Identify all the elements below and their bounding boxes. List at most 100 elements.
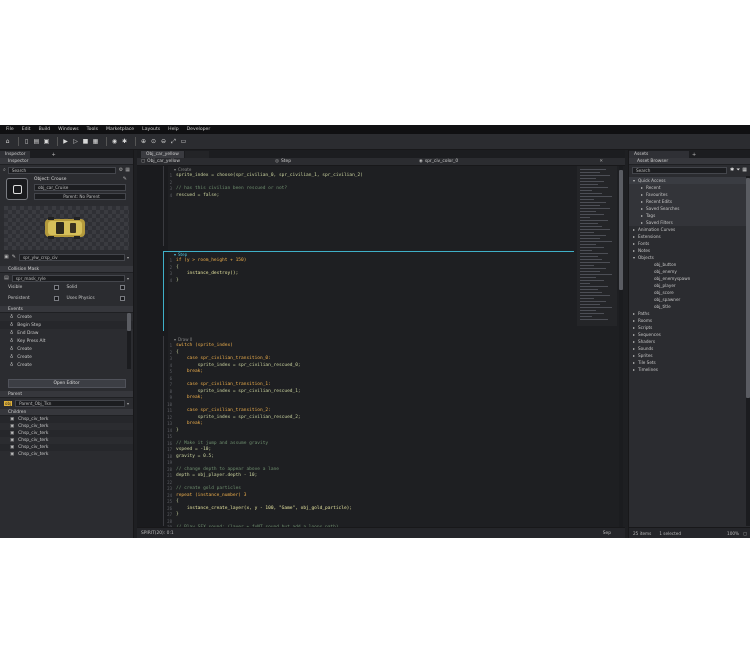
physics-checkbox[interactable] (120, 296, 125, 301)
asset-tree-item[interactable]: obj_enemyspawn (629, 275, 750, 282)
menu-item-layouts[interactable]: Layouts (142, 127, 160, 132)
asset-tree-item[interactable]: ▸ Timelines (629, 366, 750, 373)
asset-search-input[interactable]: Search (632, 166, 728, 174)
open-icon[interactable]: ▤ (33, 138, 40, 145)
child-item[interactable]: ▣ Chsp_civ_terk (0, 423, 133, 430)
asset-tree-item[interactable]: obj_button (629, 261, 750, 268)
code-block[interactable]: ▾ Draw 0 1 switch (sprite_index) 2{3 case sp… (163, 336, 573, 537)
asset-tree-item[interactable]: ▸ Sounds (629, 345, 750, 352)
asset-tree-item[interactable]: ▸ Recent Edits (629, 198, 750, 205)
play-icon[interactable]: ▶ (62, 138, 69, 145)
menu-item-edit[interactable]: Edit (22, 127, 31, 132)
asset-tree-item[interactable]: ▾ Objects (629, 254, 750, 261)
asset-tree-item[interactable]: ▸ Notes (629, 247, 750, 254)
asset-zoom[interactable]: 100% (727, 531, 739, 536)
stop-icon[interactable]: ■ (82, 138, 89, 145)
settings-icon[interactable]: ✱ (730, 167, 734, 173)
home-icon[interactable]: ⌂ (4, 138, 11, 145)
code-block[interactable]: ▾ Create 1 sprite_index = choose(spr_civili… (163, 166, 573, 246)
collapse-icon[interactable]: ▾ (174, 252, 176, 257)
code-line[interactable]: switch (sprite_index) (176, 343, 233, 350)
asset-tree-item[interactable]: ▸ Recent (629, 184, 750, 191)
fullscreen-icon[interactable]: ⤢ (170, 138, 177, 145)
events-scrollbar[interactable] (127, 313, 131, 369)
subtab-step[interactable]: Step (281, 159, 419, 164)
menu-item-tools[interactable]: Tools (87, 127, 98, 132)
tab-inspector[interactable]: Inspector (0, 151, 31, 158)
minimap[interactable] (577, 166, 617, 326)
code-line[interactable]: instance_create_layer(x, y - 100, "Game"… (176, 506, 352, 513)
code-line[interactable]: instance_destroy(); (176, 271, 238, 278)
parent-field[interactable]: Parent: No Parent (34, 193, 126, 200)
child-item[interactable]: ▣ Chsp_civ_terk (0, 437, 133, 444)
assets-scrollbar[interactable] (746, 176, 750, 526)
event-item[interactable]: ♁ End Draw (0, 329, 133, 337)
inspector-search-input[interactable]: Search (7, 166, 116, 174)
asset-tree-item[interactable]: ▾ Quick Access (629, 177, 750, 184)
asset-tree-item[interactable]: ▸ Extensions (629, 233, 750, 240)
code-line[interactable]: } (176, 428, 179, 435)
code-line[interactable]: break; (176, 421, 203, 428)
menu-item-file[interactable]: File (6, 127, 14, 132)
zoom-out-icon[interactable]: ⊖ (160, 138, 167, 145)
code-block-header[interactable]: ▾ Create (164, 166, 573, 172)
menu-item-build[interactable]: Build (39, 127, 51, 132)
asset-tree-item[interactable]: ▸ Sequences (629, 331, 750, 338)
child-item[interactable]: ▣ Chsp_civ_terk (0, 444, 133, 451)
new-icon[interactable]: ▯ (23, 138, 30, 145)
event-item[interactable]: ♁ Create (0, 345, 133, 353)
edit-icon[interactable]: ✎ (123, 176, 127, 182)
menu-item-marketplace[interactable]: Marketplace (106, 127, 134, 132)
chevron-down-icon[interactable]: ▾ (127, 255, 129, 260)
close-icon[interactable]: ✕ (599, 159, 603, 164)
code-line[interactable]: depth = obj_player.depth - 10; (176, 473, 257, 480)
clean-icon[interactable]: ▦ (92, 138, 99, 145)
menu-item-developer[interactable]: Developer (187, 127, 211, 132)
asset-tree-item[interactable]: ▸ Saved Searches (629, 205, 750, 212)
debug-icon[interactable]: ▷ (72, 138, 79, 145)
asset-tree-item[interactable]: ▸ Favourites (629, 191, 750, 198)
window-icon[interactable]: ▭ (180, 138, 187, 145)
menu-item-help[interactable]: Help (168, 127, 178, 132)
chevron-down-icon[interactable]: ▾ (127, 401, 129, 406)
events-scrollbar-thumb[interactable] (127, 313, 131, 331)
grid-icon[interactable]: ▦ (125, 167, 130, 173)
add-tab-icon[interactable]: + (51, 152, 55, 158)
code-line[interactable]: sprite_index = choose(spr_civilian_0, sp… (176, 173, 363, 180)
object-thumbnail[interactable] (6, 178, 28, 200)
tab-obj-car-yellow[interactable]: Obj_car_yellow (141, 151, 184, 158)
collapse-icon[interactable]: ▾ (174, 337, 176, 342)
code-line[interactable]: break; (176, 369, 203, 376)
settings-icon[interactable]: ✱ (121, 138, 128, 145)
child-item[interactable]: ▣ Chsp_civ_terk (0, 451, 133, 458)
asset-tree-item[interactable]: ▸ Sprites (629, 352, 750, 359)
zoom-in-icon[interactable]: ⊕ (140, 138, 147, 145)
filter-icon[interactable]: ⏷ (736, 167, 740, 173)
menu-item-windows[interactable]: Windows (58, 127, 79, 132)
object-name-field[interactable]: obj_car_Cruise (34, 184, 126, 191)
assets-scrollbar-thumb[interactable] (746, 178, 750, 398)
asset-tree-item[interactable]: ▸ Tags (629, 212, 750, 219)
editor-scrollbar-thumb[interactable] (619, 170, 623, 290)
code-line[interactable]: gravity = 0.5; (176, 454, 214, 461)
tab-placeholder[interactable] (184, 151, 209, 158)
asset-tree-item[interactable]: obj_title (629, 303, 750, 310)
asset-tree-item[interactable]: ▸ Tile Sets (629, 359, 750, 366)
zoom-reset-icon[interactable]: ⊙ (150, 138, 157, 145)
collapse-icon[interactable]: ▾ (174, 167, 176, 172)
event-item[interactable]: ♁ Create (0, 353, 133, 361)
code-line[interactable]: } (176, 278, 179, 285)
mask-field[interactable]: spr_mask_ryle (11, 274, 125, 282)
persistent-checkbox[interactable] (53, 296, 59, 301)
code-line[interactable]: break; (176, 395, 203, 402)
parent-object-field[interactable]: Parent_Obj_Tkn (15, 399, 125, 407)
editor-scrollbar[interactable] (619, 166, 623, 527)
tab-assets[interactable]: Assets (629, 151, 689, 158)
subtab-object[interactable]: Obj_car_yellow (147, 159, 275, 164)
save-icon[interactable]: ▣ (43, 138, 50, 145)
sprite-field[interactable]: spr_ylw_crsp_civ (18, 253, 125, 261)
code-line[interactable]: repeat (instance_number) 3 (176, 493, 246, 500)
sprite-edit-icon[interactable]: ✎ (12, 254, 16, 260)
sprite-new-icon[interactable]: ▣ (4, 254, 9, 260)
asset-tree-item[interactable]: ▸ Shaders (629, 338, 750, 345)
